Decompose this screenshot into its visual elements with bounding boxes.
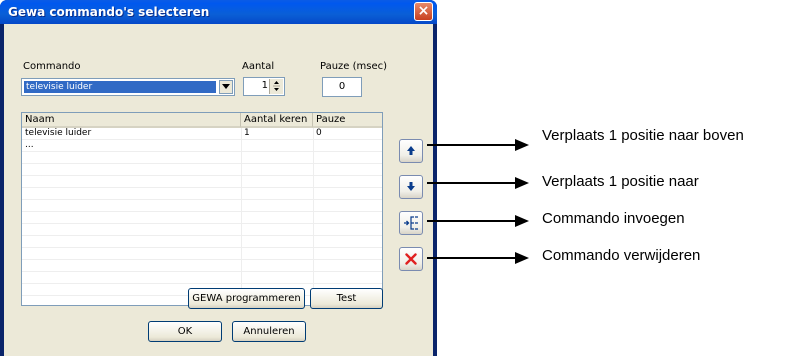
close-button[interactable]: × (414, 2, 433, 21)
annotation-arrowhead (515, 139, 529, 151)
empty-row (22, 248, 382, 260)
commando-selected-value: televisie luider (24, 81, 216, 93)
dialog-client-area: Commando Aantal Pauze (msec) televisie l… (4, 24, 433, 356)
pauze-input[interactable]: 0 (322, 77, 362, 97)
aantal-value: 1 (261, 80, 268, 91)
arrow-up-icon (407, 146, 415, 155)
aantal-label: Aantal (242, 61, 275, 72)
cell-naam: televisie luider (25, 128, 92, 138)
cell-aantal-keren: 1 (244, 128, 250, 138)
commando-dropdown[interactable]: televisie luider (21, 78, 235, 96)
column-header-naam[interactable]: Naam (22, 113, 241, 128)
delete-command-button[interactable] (399, 247, 423, 271)
annotation-move-down: Verplaats 1 positie naar (542, 173, 699, 190)
empty-row (22, 164, 382, 176)
empty-row (22, 176, 382, 188)
empty-row (22, 200, 382, 212)
column-header-aantal-keren[interactable]: Aantal keren (241, 113, 313, 128)
aantal-stepper[interactable]: 1 (243, 77, 285, 96)
cell-naam: ... (25, 140, 34, 150)
annuleren-button[interactable]: Annuleren (232, 321, 306, 342)
empty-row (22, 152, 382, 164)
pauze-label: Pauze (msec) (320, 61, 388, 72)
stepper-arrows[interactable] (269, 79, 283, 94)
annotation-arrow (427, 220, 517, 222)
commando-label: Commando (23, 61, 81, 72)
column-header-pauze[interactable]: Pauze (313, 113, 382, 128)
annotation-move-up: Verplaats 1 positie naar boven (542, 127, 744, 144)
window-title: Gewa commando's selecteren (8, 5, 210, 19)
insert-command-button[interactable] (399, 211, 423, 235)
annotation-delete: Commando verwijderen (542, 247, 701, 264)
empty-row (22, 188, 382, 200)
ok-button[interactable]: OK (148, 321, 222, 342)
test-button[interactable]: Test (310, 288, 383, 309)
move-up-button[interactable] (399, 139, 423, 163)
empty-row (22, 260, 382, 272)
annotation-insert: Commando invoegen (542, 210, 685, 227)
empty-row (22, 212, 382, 224)
empty-row (22, 272, 382, 284)
gewa-programmeren-button[interactable]: GEWA programmeren (188, 288, 305, 309)
table-row[interactable]: ... (22, 140, 382, 152)
command-list[interactable]: Naam Aantal keren Pauze televisie luider… (21, 112, 383, 306)
annotation-arrow (427, 144, 517, 146)
empty-row (22, 224, 382, 236)
annotation-arrow (427, 182, 517, 184)
title-bar[interactable]: Gewa commando's selecteren × (0, 0, 437, 24)
empty-row (22, 236, 382, 248)
annotation-arrowhead (515, 177, 529, 189)
annotation-arrowhead (515, 215, 529, 227)
insert-icon (404, 216, 418, 230)
dialog-window: Gewa commando's selecteren × Commando Aa… (0, 0, 437, 356)
arrow-down-icon (407, 182, 415, 191)
chevron-down-icon[interactable] (219, 80, 233, 94)
delete-x-icon (405, 253, 417, 265)
annotation-arrow (427, 257, 517, 259)
table-row[interactable]: televisie luider 1 0 (22, 128, 382, 140)
move-down-button[interactable] (399, 175, 423, 199)
annotation-arrowhead (515, 252, 529, 264)
cell-pauze: 0 (316, 128, 322, 138)
